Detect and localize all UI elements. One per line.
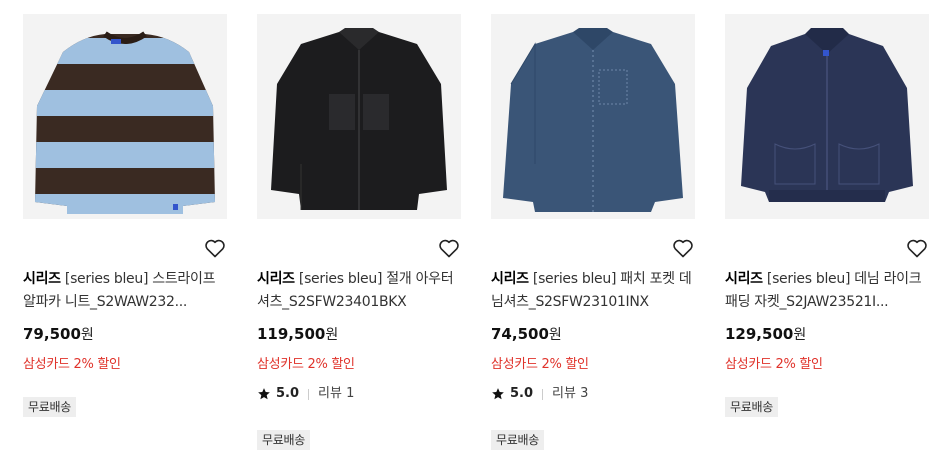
product-brand: 시리즈 <box>725 271 763 287</box>
card-discount-text: 삼성카드 2% 할인 <box>257 357 355 372</box>
free-shipping-badge: 무료배송 <box>491 430 544 450</box>
wishlist-heart-icon[interactable] <box>203 236 227 260</box>
price-currency: 원 <box>793 327 807 343</box>
product-image-denim-shirt[interactable] <box>491 14 695 219</box>
rating-divider <box>542 388 544 400</box>
product-title[interactable]: 시리즈 [series bleu] 데님 라이크 패딩 자켓_S2JAW2352… <box>725 268 929 314</box>
product-title[interactable]: 시리즈 [series bleu] 패치 포켓 데님셔츠_S2SFW23101I… <box>491 268 695 314</box>
free-shipping-badge: 무료배송 <box>23 397 76 417</box>
star-icon <box>492 388 504 400</box>
product-price: 74,500원 <box>491 324 562 345</box>
price-currency: 원 <box>80 327 94 343</box>
price-currency: 원 <box>548 327 562 343</box>
card-discount-text: 삼성카드 2% 할인 <box>725 357 823 372</box>
review-count[interactable]: 리뷰 3 <box>552 385 588 403</box>
product-card[interactable]: 시리즈 [series bleu] 스트라이프 알파카 니트_S2WAW232.… <box>23 14 227 417</box>
wishlist-heart-icon[interactable] <box>437 236 461 260</box>
product-image-denim-jacket[interactable] <box>725 14 929 219</box>
free-shipping-badge: 무료배송 <box>725 397 778 417</box>
product-brand: 시리즈 <box>23 271 61 287</box>
product-rating: 5.0 리뷰 3 <box>491 385 588 403</box>
card-discount-text: 삼성카드 2% 할인 <box>491 357 589 372</box>
rating-divider <box>308 388 310 400</box>
price-value: 79,500 <box>23 325 81 343</box>
product-price: 79,500원 <box>23 324 94 345</box>
product-card[interactable]: 시리즈 [series bleu] 절개 아우터 셔츠_S2SFW23401BK… <box>257 14 461 450</box>
product-image-black-shirt[interactable] <box>257 14 461 219</box>
product-brand: 시리즈 <box>257 271 295 287</box>
price-currency: 원 <box>325 327 339 343</box>
product-title[interactable]: 시리즈 [series bleu] 절개 아우터 셔츠_S2SFW23401BK… <box>257 268 461 314</box>
product-card[interactable]: 시리즈 [series bleu] 패치 포켓 데님셔츠_S2SFW23101I… <box>491 14 695 450</box>
card-discount-text: 삼성카드 2% 할인 <box>23 357 121 372</box>
wishlist-heart-icon[interactable] <box>671 236 695 260</box>
free-shipping-badge: 무료배송 <box>257 430 310 450</box>
review-count[interactable]: 리뷰 1 <box>318 385 354 403</box>
price-value: 119,500 <box>257 325 326 343</box>
product-price: 129,500원 <box>725 324 806 345</box>
rating-score: 5.0 <box>510 386 534 401</box>
product-brand: 시리즈 <box>491 271 529 287</box>
product-title[interactable]: 시리즈 [series bleu] 스트라이프 알파카 니트_S2WAW232.… <box>23 268 227 314</box>
product-image-striped-knit[interactable] <box>23 14 227 219</box>
rating-score: 5.0 <box>276 386 300 401</box>
product-price: 119,500원 <box>257 324 338 345</box>
product-card[interactable]: 시리즈 [series bleu] 데님 라이크 패딩 자켓_S2JAW2352… <box>725 14 929 417</box>
price-value: 74,500 <box>491 325 549 343</box>
wishlist-heart-icon[interactable] <box>905 236 929 260</box>
price-value: 129,500 <box>725 325 794 343</box>
product-grid: 시리즈 [series bleu] 스트라이프 알파카 니트_S2WAW232.… <box>0 0 944 453</box>
product-rating: 5.0 리뷰 1 <box>257 385 354 403</box>
star-icon <box>258 388 270 400</box>
